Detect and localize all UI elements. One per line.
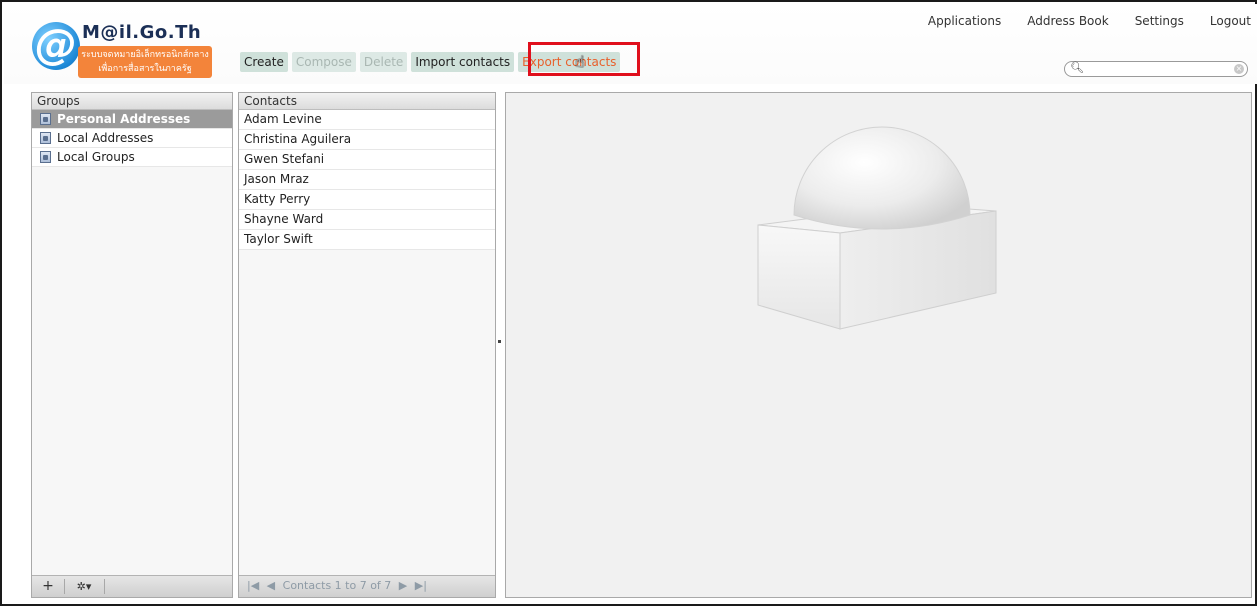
groups-header: Groups xyxy=(32,93,232,110)
pager: |◀ ◀ Contacts 1 to 7 of 7 ▶ ▶| xyxy=(247,579,431,592)
prev-page-icon[interactable]: ◀ xyxy=(267,579,275,592)
last-page-icon[interactable]: ▶| xyxy=(415,579,427,592)
next-page-icon[interactable]: ▶ xyxy=(399,579,407,592)
group-item-local-groups[interactable]: Local Groups xyxy=(32,148,232,167)
nav-settings[interactable]: Settings xyxy=(1135,14,1184,28)
search-input[interactable] xyxy=(1083,63,1231,75)
search-box[interactable]: 🔍︎ × xyxy=(1064,61,1248,77)
groups-panel: Groups Personal Addresses Local Addresse… xyxy=(31,92,233,598)
nav-address-book[interactable]: Address Book xyxy=(1027,14,1108,28)
clear-icon[interactable]: × xyxy=(1234,64,1244,74)
contacts-panel: Contacts Adam Levine Christina Aguilera … xyxy=(238,92,496,598)
divider xyxy=(104,579,105,594)
groups-footer: + ✲▾ xyxy=(32,575,232,597)
nav-logout[interactable]: Logout xyxy=(1210,14,1251,28)
group-item-local-addresses[interactable]: Local Addresses xyxy=(32,129,232,148)
logo-at-icon: @ xyxy=(32,22,80,70)
divider xyxy=(64,579,65,594)
search-icon: 🔍︎ xyxy=(1070,61,1084,74)
first-page-icon[interactable]: |◀ xyxy=(247,579,259,592)
contact-item[interactable]: Taylor Swift xyxy=(239,230,495,250)
group-item-label: Local Addresses xyxy=(57,131,154,145)
contact-item[interactable]: Shayne Ward xyxy=(239,210,495,230)
nav-applications[interactable]: Applications xyxy=(928,14,1001,28)
logo-subtitle-line2: เพื่อการสื่อสารในภาครัฐ xyxy=(98,64,192,74)
app-window: @ M@il.Go.Th ระบบจดหมายอิเล็กทรอนิกส์กลา… xyxy=(0,0,1257,606)
group-item-label: Local Groups xyxy=(57,150,135,164)
logo: @ M@il.Go.Th ระบบจดหมายอิเล็กทรอนิกส์กลา… xyxy=(32,22,212,86)
contact-preview-area xyxy=(505,92,1252,598)
splitter-handle[interactable] xyxy=(498,340,501,343)
logo-title: M@il.Go.Th xyxy=(82,22,202,43)
pager-label: Contacts 1 to 7 of 7 xyxy=(282,579,392,592)
create-button[interactable]: Create xyxy=(240,52,288,72)
address-book-icon xyxy=(40,151,51,163)
contact-item[interactable]: Gwen Stefani xyxy=(239,150,495,170)
logo-subtitle: ระบบจดหมายอิเล็กทรอนิกส์กลาง เพื่อการสื่… xyxy=(78,46,212,78)
contact-item[interactable]: Jason Mraz xyxy=(239,170,495,190)
import-contacts-button[interactable]: Import contacts xyxy=(411,52,515,72)
gear-icon[interactable]: ✲▾ xyxy=(70,578,98,595)
add-icon[interactable]: + xyxy=(38,578,58,595)
address-book-icon xyxy=(40,113,51,125)
watermark-illustration xyxy=(757,126,997,330)
compose-button[interactable]: Compose xyxy=(291,52,356,72)
contact-item[interactable]: Adam Levine xyxy=(239,110,495,130)
group-item-personal-addresses[interactable]: Personal Addresses xyxy=(32,110,232,129)
top-navigation: Applications Address Book Settings Logou… xyxy=(928,14,1251,28)
group-item-label: Personal Addresses xyxy=(57,112,191,126)
contact-item[interactable]: Christina Aguilera xyxy=(239,130,495,150)
cursor-hand-icon: ☝ xyxy=(575,52,585,71)
contacts-footer: |◀ ◀ Contacts 1 to 7 of 7 ▶ ▶| xyxy=(239,575,495,597)
address-book-icon xyxy=(40,132,51,144)
logo-subtitle-line1: ระบบจดหมายอิเล็กทรอนิกส์กลาง xyxy=(81,50,209,60)
delete-button[interactable]: Delete xyxy=(359,52,408,72)
contact-item[interactable]: Katty Perry xyxy=(239,190,495,210)
contacts-header: Contacts xyxy=(239,93,495,110)
